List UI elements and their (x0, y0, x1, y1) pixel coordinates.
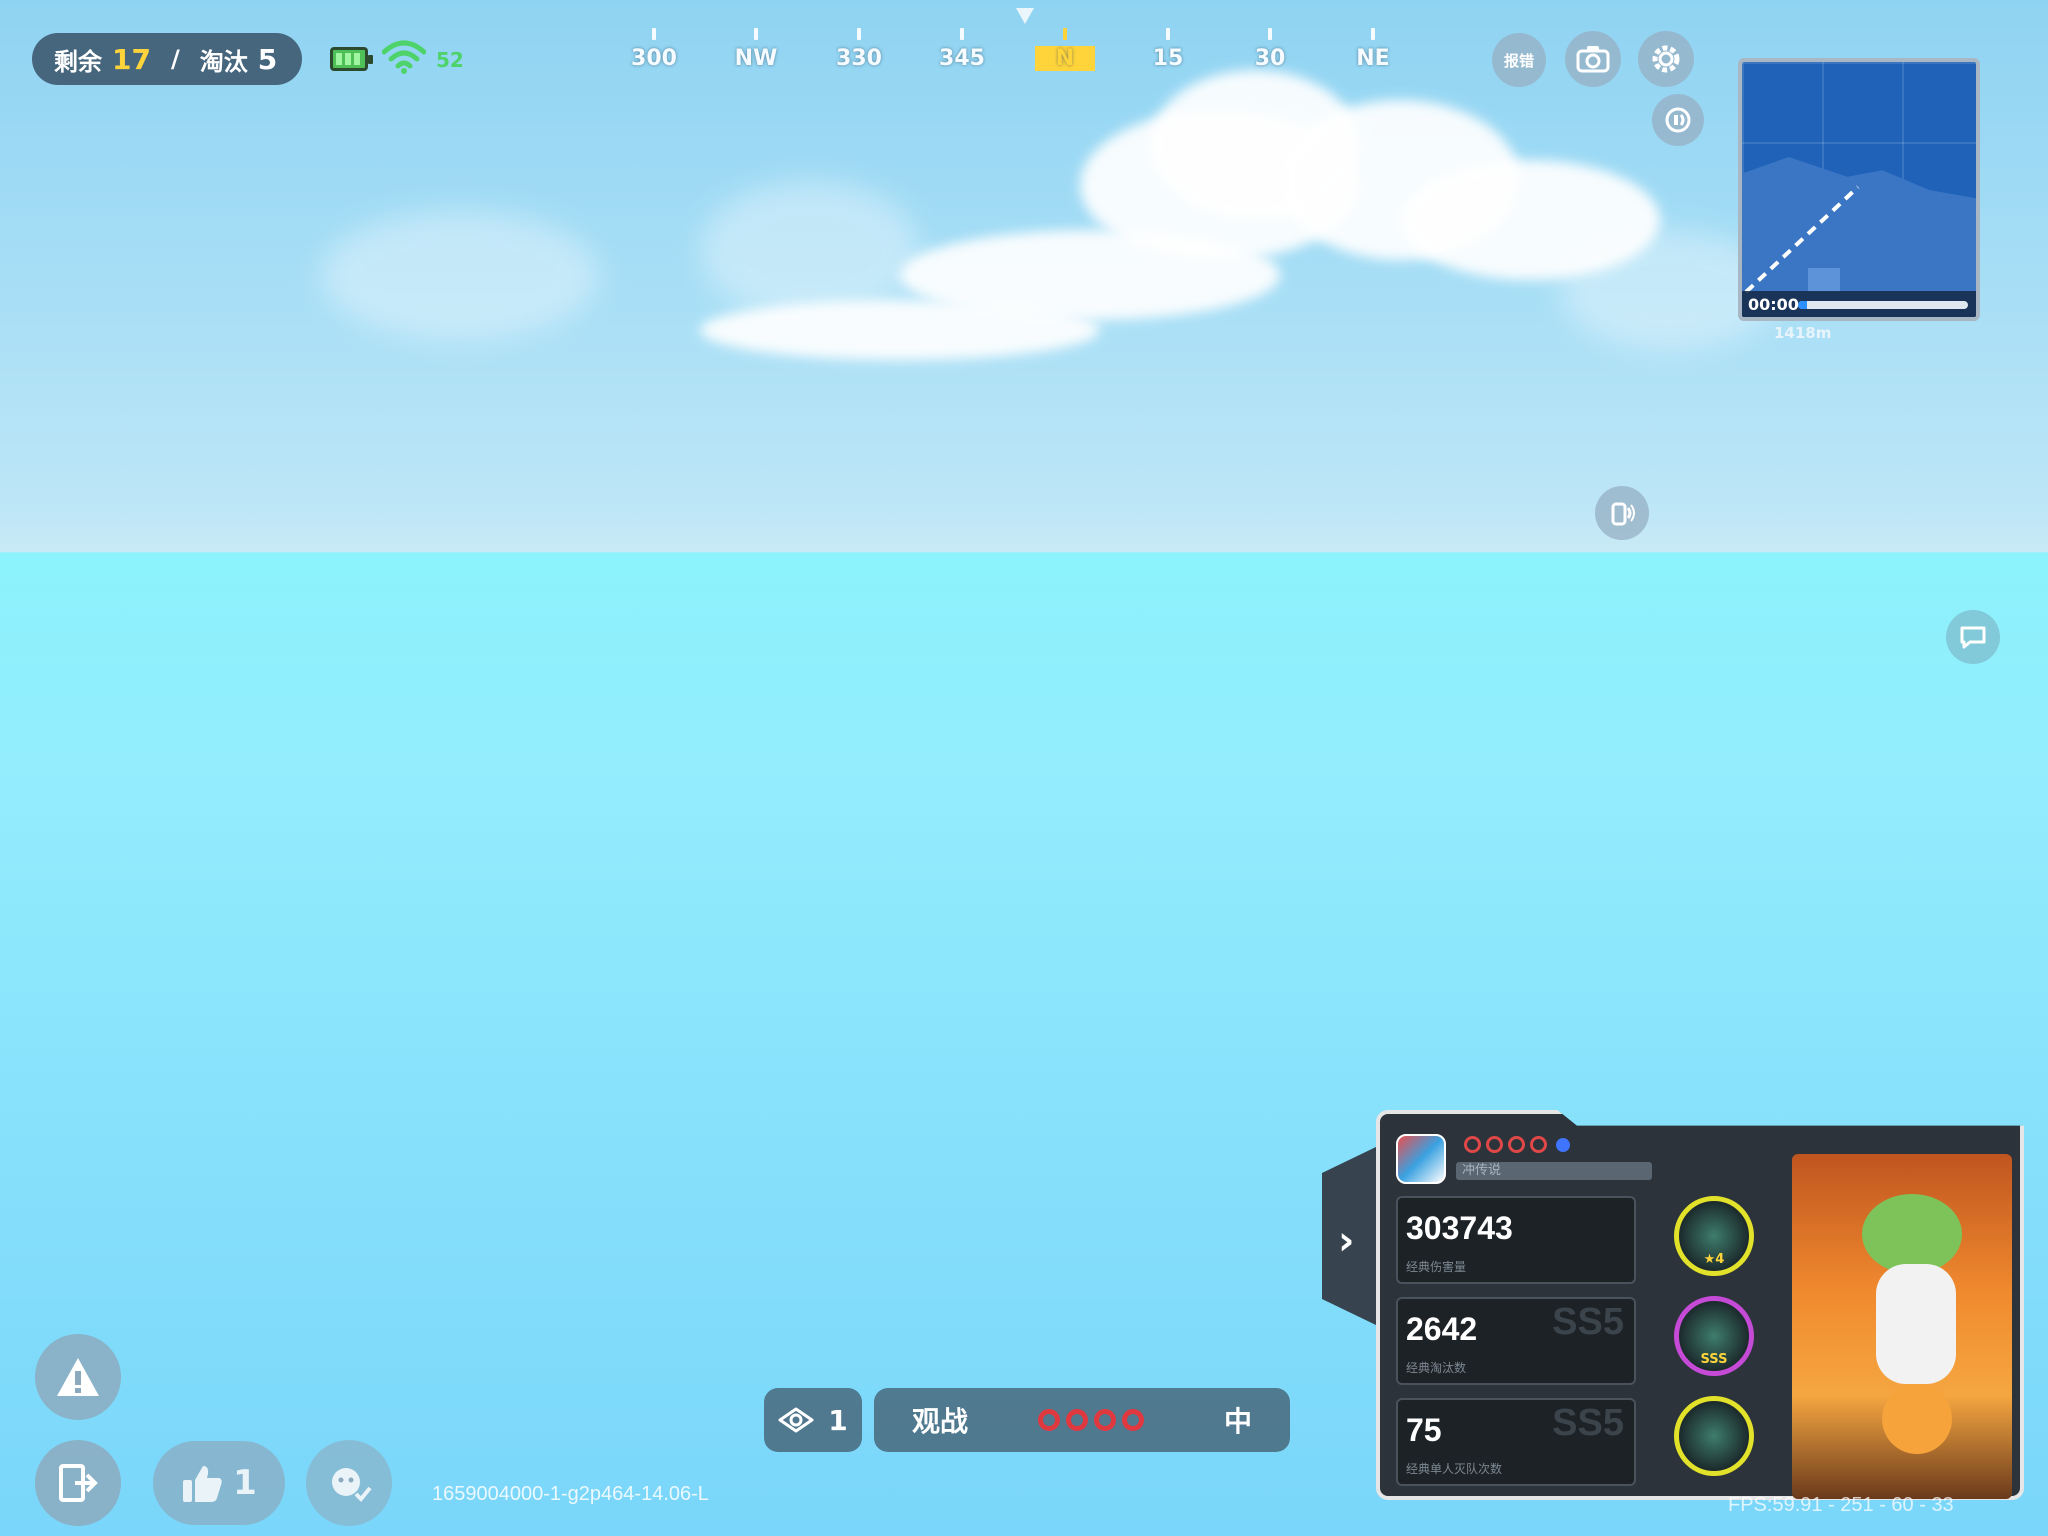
walkie-talkie-button[interactable] (1595, 486, 1649, 540)
achievement-medal-icon: SSS (1674, 1296, 1754, 1376)
flight-time: 00:00 (1748, 295, 1799, 314)
camera-button[interactable] (1565, 31, 1621, 87)
spectated-player-name-redacted (1038, 1409, 1145, 1431)
stat-label: 经典单人灭队次数 (1406, 1462, 1503, 1476)
distance-readout: 1418m (1774, 324, 1832, 342)
fps-readout: FPS:59.91 - 251 - 60 - 33 (1728, 1494, 1954, 1516)
flight-path-line (1744, 185, 1860, 294)
camera-icon (1576, 46, 1610, 73)
stat-grade: SS5 (1552, 1402, 1624, 1444)
compass-bar: 300 NW 330 345 N 15 30 NE (620, 28, 1420, 88)
like-button[interactable]: 1 (153, 1441, 285, 1525)
exit-button[interactable] (35, 1440, 121, 1526)
remaining-label: 剩余 (54, 47, 102, 76)
warning-triangle-icon (57, 1358, 99, 1396)
walkie-talkie-icon (1611, 502, 1635, 526)
viewer-count: 1 (828, 1403, 848, 1437)
speaker-icon (1665, 107, 1691, 133)
compass-tick: 15 (1138, 28, 1198, 71)
character-portrait (1792, 1154, 2012, 1499)
player-name-redacted (1464, 1136, 1570, 1153)
compass-pointer-icon (1016, 8, 1034, 24)
stat-value: 75 (1406, 1412, 1442, 1448)
warning-button[interactable] (35, 1334, 121, 1420)
compass-tick: NW (726, 28, 786, 71)
rank-label: 冲传说 (1456, 1162, 1652, 1180)
chat-button[interactable] (1946, 610, 2000, 664)
viewer-count-pill[interactable]: 1 (764, 1388, 862, 1452)
settings-gear-icon (1652, 45, 1680, 73)
settings-button[interactable] (1638, 31, 1694, 87)
eye-icon (778, 1407, 814, 1433)
spectate-suffix: 中 (1223, 1405, 1252, 1438)
counter-separator: / (170, 45, 180, 73)
battery-icon (330, 47, 373, 71)
spectate-status-bar[interactable]: 观战 中 (874, 1388, 1290, 1452)
stat-value: 2642 (1406, 1311, 1478, 1347)
minimap[interactable]: 00:00 (1738, 58, 1980, 321)
voice-toggle-button[interactable] (1652, 94, 1704, 146)
build-id-text: 1659004000-1-g2p464-14.06-L (432, 1483, 709, 1505)
remaining-count: 17 (112, 42, 151, 76)
eliminated-label: 淘汰 (199, 47, 248, 76)
stat-value: 303743 (1406, 1210, 1513, 1246)
player-avatar (1396, 1134, 1446, 1184)
stat-eliminations: 2642 经典淘汰数 SS5 (1396, 1297, 1636, 1385)
player-counter: 剩余 17 / 淘汰 5 (32, 33, 302, 85)
chat-bubble-icon (1960, 626, 1986, 649)
stat-label: 经典伤害量 (1406, 1260, 1467, 1274)
emote-button[interactable] (306, 1440, 392, 1526)
compass-tick-active: N (1035, 28, 1095, 71)
like-count: 1 (233, 1463, 257, 1503)
achievement-medal-icon (1674, 1396, 1754, 1476)
character-emote-icon (332, 1468, 372, 1502)
wifi-icon (382, 40, 426, 74)
stat-label: 经典淘汰数 (1406, 1361, 1467, 1375)
flight-progress-bar (1798, 301, 1968, 309)
ping-value: 52 (436, 48, 464, 72)
gender-icon (1556, 1137, 1570, 1152)
compass-tick: 330 (829, 28, 889, 71)
player-info-card: 冲传说 303743 经典伤害量 2642 经典淘汰数 SS5 75 经典单人灭… (1376, 1110, 2024, 1500)
compass-tick: 300 (624, 28, 684, 71)
spectate-label: 观战 (912, 1405, 969, 1438)
compass-tick: 30 (1240, 28, 1300, 71)
stat-grade: SS5 (1552, 1301, 1624, 1343)
chevron-right-icon: › (1338, 1218, 1355, 1264)
stat-damage: 303743 经典伤害量 (1396, 1196, 1636, 1284)
stat-squad-wipes: 75 经典单人灭队次数 SS5 (1396, 1398, 1636, 1486)
report-button[interactable]: 报错 (1492, 33, 1546, 87)
collapse-card-button[interactable]: › (1322, 1146, 1378, 1326)
achievement-medal-icon: ★4 (1674, 1196, 1754, 1276)
eliminated-count: 5 (257, 42, 278, 76)
exit-door-icon (59, 1464, 98, 1502)
thumbs-up-icon (183, 1466, 222, 1502)
compass-tick: NE (1343, 28, 1403, 71)
compass-tick: 345 (932, 28, 992, 71)
